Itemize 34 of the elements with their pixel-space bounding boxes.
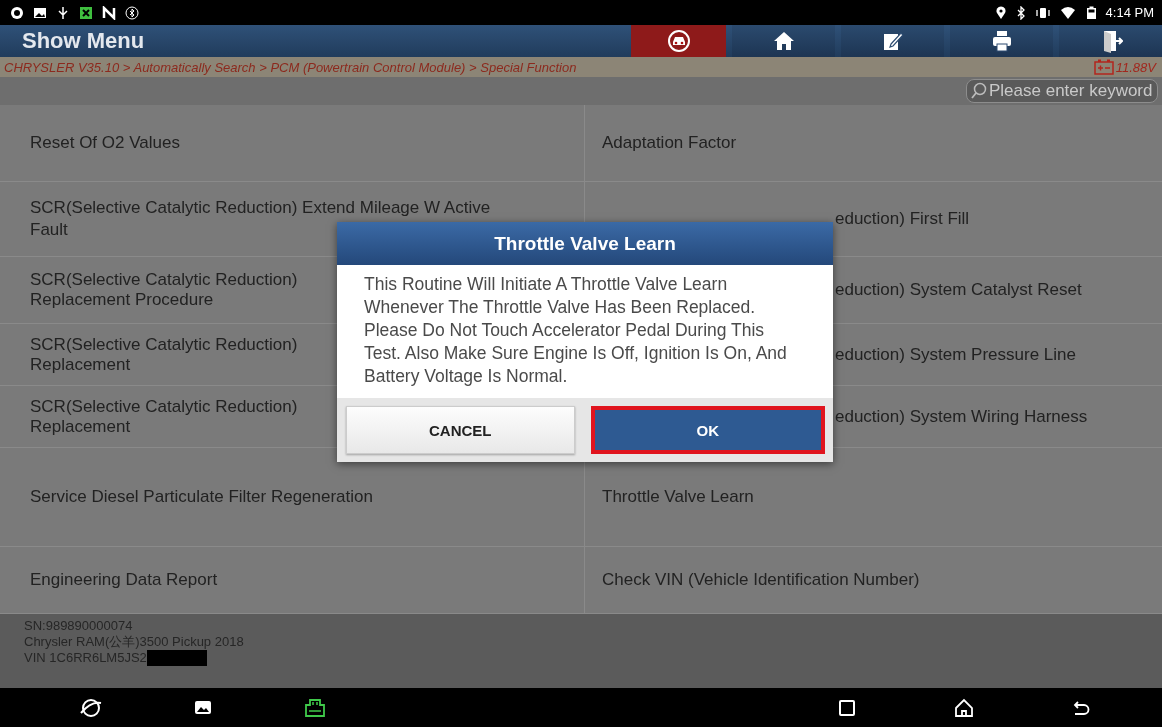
ok-button[interactable]: OK <box>590 406 825 454</box>
menu-item[interactable]: Throttle Valve Learn <box>585 448 1162 546</box>
voltage-reading: 11.88V <box>1115 59 1156 75</box>
browser-icon[interactable] <box>80 696 102 719</box>
search-field[interactable]: Please enter keyword <box>966 79 1158 103</box>
cancel-button[interactable]: CANCEL <box>346 406 575 454</box>
bluetooth-icon <box>1015 5 1026 20</box>
toolbar-button[interactable] <box>732 25 835 57</box>
bluetooth-circle-icon <box>125 5 139 20</box>
redaction-block <box>146 650 207 666</box>
image-icon <box>33 5 47 20</box>
menu-item[interactable]: Check VIN (Vehicle Identification Number) <box>585 547 1162 613</box>
toolbar-button[interactable] <box>841 25 944 57</box>
search-icon <box>971 82 987 100</box>
menu-item[interactable]: Reset Of O2 Values <box>0 105 585 181</box>
location-icon <box>994 5 1007 20</box>
toolbar-button[interactable] <box>950 25 1053 57</box>
battery-icon <box>1084 5 1097 20</box>
car-icon <box>666 29 691 53</box>
breadcrumb: CHRYSLER V35.10 > Automatically Search > PCM (Powertrain Control Module) > Special Function <box>4 59 577 75</box>
screen-title: Show Menu <box>21 28 146 54</box>
toolbar-button[interactable] <box>1059 25 1162 57</box>
n-icon <box>102 5 116 20</box>
home-icon[interactable] <box>953 696 975 719</box>
vibrate-icon <box>1034 5 1051 20</box>
menu-item[interactable]: Engineering Data Report <box>0 547 585 613</box>
battery-icon <box>1093 59 1114 75</box>
usb-icon <box>56 5 70 20</box>
menu-item[interactable]: Service Diesel Particulate Filter Regeneration <box>0 448 585 546</box>
clock: 4:14 PM <box>1105 5 1154 20</box>
dialog-title: Throttle Valve Learn <box>337 222 833 265</box>
toolbar-button[interactable] <box>631 25 726 57</box>
menu-item[interactable]: Adaptation Factor <box>585 105 1162 181</box>
wifi-icon <box>1059 5 1076 20</box>
